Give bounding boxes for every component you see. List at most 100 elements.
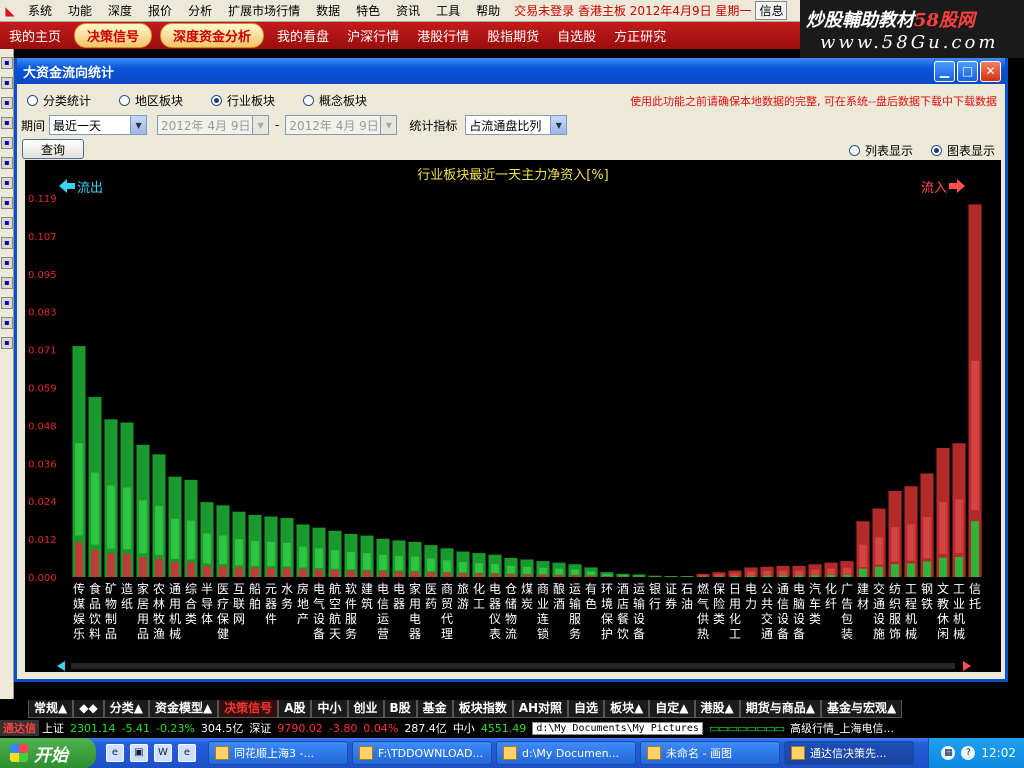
nav-my-watch[interactable]: 我的看盘: [268, 26, 338, 45]
chevron-down-icon[interactable]: ▼: [550, 116, 567, 134]
scroll-right-icon[interactable]: [963, 661, 971, 671]
bar-34[interactable]: [616, 573, 630, 577]
scroll-track[interactable]: [71, 663, 955, 669]
left-tool-icon[interactable]: ▪: [1, 277, 13, 289]
bar-53[interactable]: [920, 473, 934, 577]
bottom-tab[interactable]: 自定▲: [649, 700, 695, 718]
start-button[interactable]: 开始: [0, 738, 96, 768]
bottom-tab[interactable]: 资金模型▲: [148, 700, 219, 718]
bar-19[interactable]: [376, 538, 390, 577]
bar-24[interactable]: [456, 551, 470, 577]
scroll-left-icon[interactable]: [57, 661, 65, 671]
help-icon[interactable]: ?: [961, 746, 976, 760]
bar-41[interactable]: [728, 570, 742, 577]
bar-28[interactable]: [520, 559, 534, 577]
left-tool-icon[interactable]: ▪: [1, 337, 13, 349]
bar-45[interactable]: [792, 565, 806, 577]
bar-5[interactable]: [152, 454, 166, 577]
left-tool-icon[interactable]: ▪: [1, 237, 13, 249]
bar-4[interactable]: [136, 444, 150, 577]
ie-icon2[interactable]: e: [178, 744, 196, 762]
bar-35[interactable]: [632, 574, 646, 577]
bar-6[interactable]: [168, 476, 182, 577]
bar-27[interactable]: [504, 557, 518, 577]
task-mydocuments[interactable]: d:\My Documen...: [496, 741, 636, 765]
bar-38[interactable]: [680, 576, 694, 577]
bar-56[interactable]: [968, 204, 982, 577]
bottom-tab[interactable]: 常规▲: [28, 700, 74, 718]
nav-hk-market[interactable]: 港股行情: [408, 26, 478, 45]
left-tool-icon[interactable]: ▪: [1, 257, 13, 269]
menu-analysis[interactable]: 分析: [180, 2, 220, 19]
bottom-tab[interactable]: 分类▲: [103, 700, 149, 718]
bar-31[interactable]: [568, 564, 582, 577]
left-tool-icon[interactable]: ▪: [1, 317, 13, 329]
task-tdx[interactable]: 通达信决策先...: [784, 741, 914, 765]
menu-features[interactable]: 特色: [348, 2, 388, 19]
query-button[interactable]: 查询: [22, 139, 84, 159]
bar-23[interactable]: [440, 548, 454, 577]
maximize-icon[interactable]: □: [957, 60, 978, 82]
bar-14[interactable]: [296, 524, 310, 577]
bar-44[interactable]: [776, 565, 790, 577]
radio-list-view[interactable]: 列表显示: [848, 142, 913, 159]
bar-11[interactable]: [248, 514, 262, 577]
close-icon[interactable]: ✕: [980, 60, 1001, 82]
left-tool-icon[interactable]: ▪: [1, 157, 13, 169]
bar-36[interactable]: [648, 575, 662, 577]
word-icon[interactable]: W: [154, 744, 172, 762]
bar-3[interactable]: [120, 422, 134, 577]
indicator-select[interactable]: 占流通盘比列 ▼: [465, 115, 568, 135]
radio-region[interactable]: 地区板块: [119, 92, 183, 109]
bar-18[interactable]: [360, 535, 374, 577]
nav-deep-fund-analysis[interactable]: 深度资金分析: [160, 23, 265, 48]
bottom-tab[interactable]: 自选: [568, 700, 605, 718]
bar-13[interactable]: [280, 518, 294, 577]
bottom-tab[interactable]: 板块▲: [604, 700, 650, 718]
bar-39[interactable]: [696, 573, 710, 577]
menu-quote[interactable]: 报价: [140, 2, 180, 19]
left-tool-icon[interactable]: ▪: [1, 57, 13, 69]
nav-shsz-market[interactable]: 沪深行情: [338, 26, 408, 45]
ie-icon[interactable]: e: [106, 744, 124, 762]
bar-16[interactable]: [328, 530, 342, 577]
bar-33[interactable]: [600, 572, 614, 577]
left-tool-icon[interactable]: ▪: [1, 137, 13, 149]
bottom-tab[interactable]: AH对照: [512, 700, 569, 718]
minimize-icon[interactable]: ▁: [934, 60, 955, 82]
radio-classification[interactable]: 分类统计: [27, 92, 91, 109]
nav-index-futures[interactable]: 股指期货: [478, 26, 548, 45]
bar-9[interactable]: [216, 505, 230, 577]
chevron-down-icon[interactable]: ▼: [130, 116, 147, 134]
nav-decision-signal[interactable]: 决策信号: [74, 23, 153, 48]
menu-news[interactable]: 资讯: [388, 2, 428, 19]
menu-depth[interactable]: 深度: [100, 2, 140, 19]
bottom-tab[interactable]: A股: [278, 700, 312, 718]
radio-concept[interactable]: 概念板块: [303, 92, 367, 109]
bottom-tab[interactable]: 板块指数: [452, 700, 513, 718]
task-paint[interactable]: 未命名 - 画图: [640, 741, 780, 765]
keyboard-icon[interactable]: ▦: [941, 746, 956, 760]
menu-tools[interactable]: 工具: [428, 2, 468, 19]
menu-extended-market[interactable]: 扩展市场行情: [220, 2, 308, 19]
menu-data[interactable]: 数据: [308, 2, 348, 19]
bar-2[interactable]: [104, 419, 118, 577]
bar-22[interactable]: [424, 545, 438, 577]
path-field[interactable]: d:\My Documents\My Pictures: [532, 721, 703, 735]
bar-46[interactable]: [808, 564, 822, 577]
bar-25[interactable]: [472, 553, 486, 577]
bar-7[interactable]: [184, 479, 198, 577]
menu-system[interactable]: 系统: [20, 2, 60, 19]
info-button[interactable]: 信息: [755, 1, 788, 20]
bar-48[interactable]: [840, 561, 854, 577]
bar-54[interactable]: [936, 448, 950, 577]
bottom-tab[interactable]: 基金与宏观▲: [821, 700, 903, 718]
bar-0[interactable]: [72, 346, 86, 577]
bar-26[interactable]: [488, 554, 502, 577]
bar-21[interactable]: [408, 541, 422, 577]
bar-47[interactable]: [824, 562, 838, 577]
nav-founder-research[interactable]: 方正研究: [605, 26, 675, 45]
left-tool-icon[interactable]: ▪: [1, 297, 13, 309]
bar-50[interactable]: [872, 508, 886, 577]
bar-51[interactable]: [888, 491, 902, 577]
